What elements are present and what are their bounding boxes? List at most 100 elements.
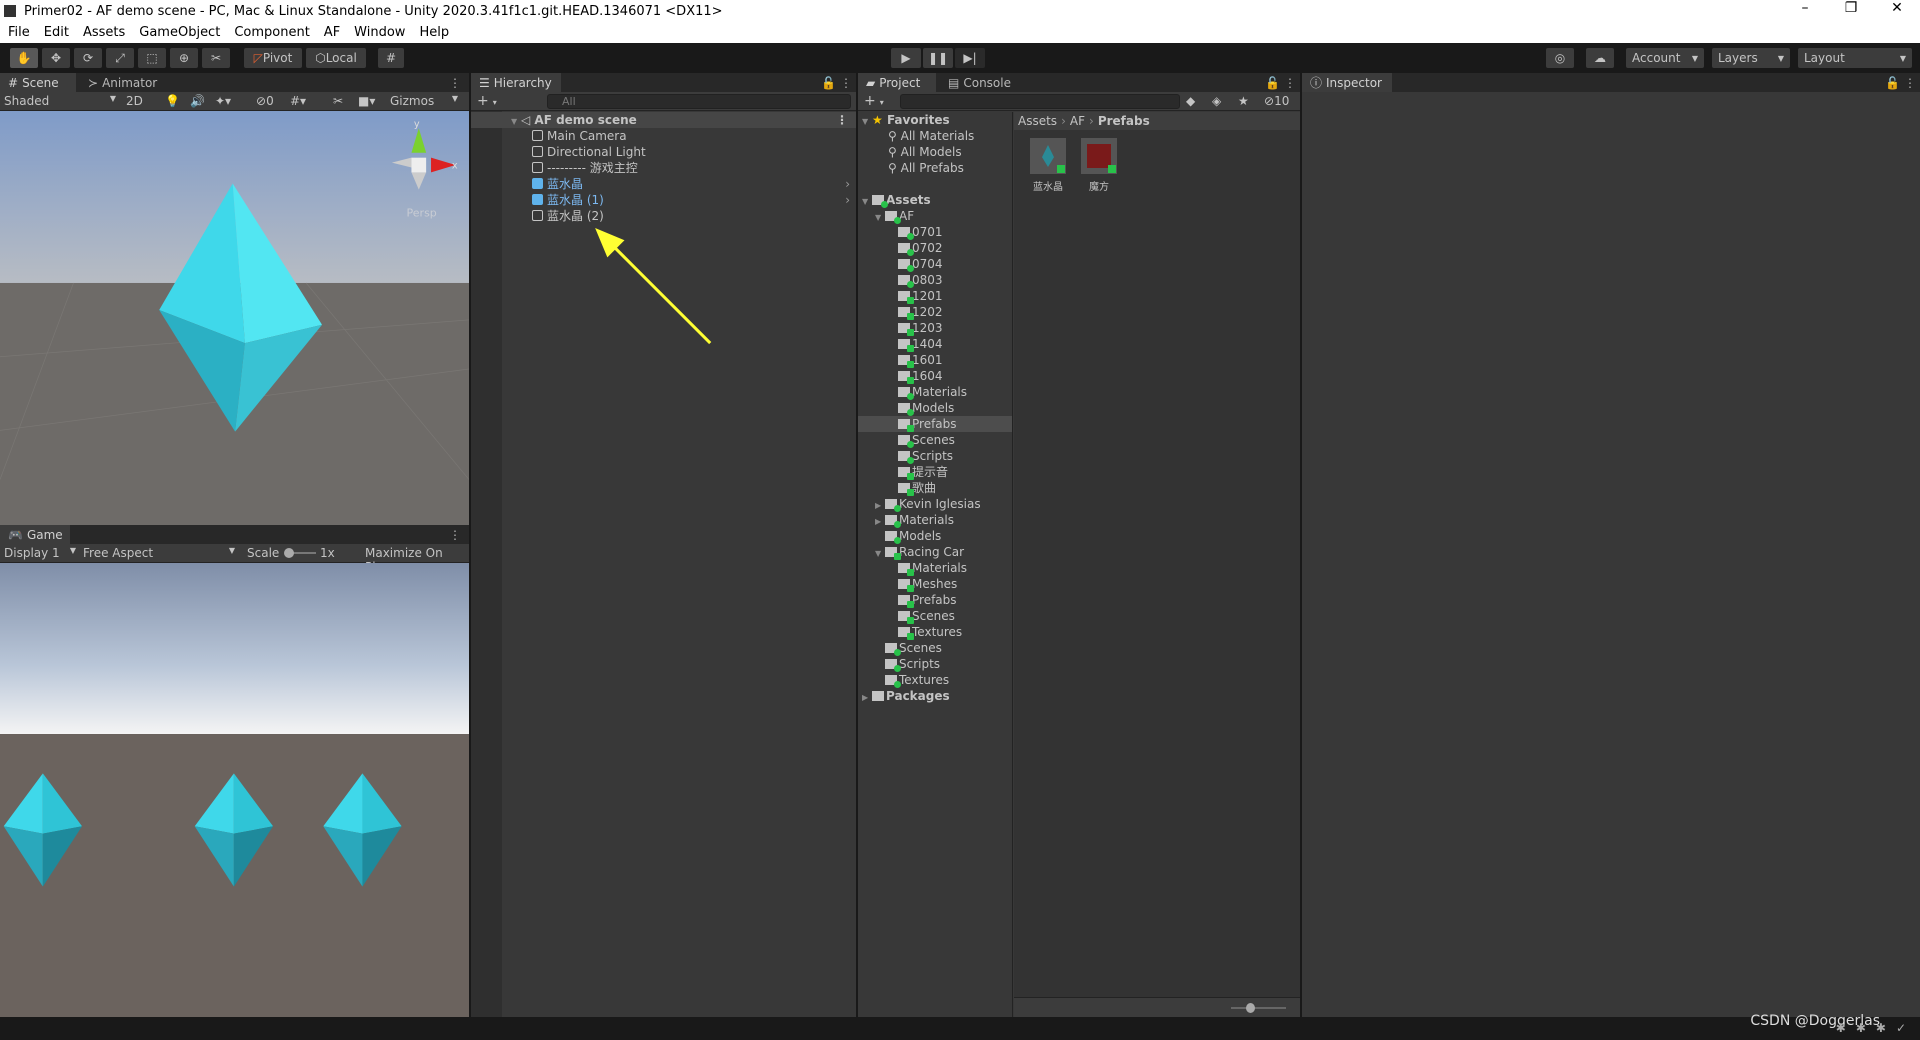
- folder-item[interactable]: 0702: [858, 240, 1012, 256]
- folder-item[interactable]: 歌曲: [858, 480, 1012, 496]
- grid-toggle-icon[interactable]: #▾: [290, 94, 306, 108]
- tab-console[interactable]: ▤ Console: [940, 73, 1019, 92]
- play-button[interactable]: ▶: [891, 48, 921, 68]
- folder-item[interactable]: 0701: [858, 224, 1012, 240]
- scene-view[interactable]: y x Persp: [0, 111, 469, 525]
- gizmos-dropdown[interactable]: Gizmos ▼: [390, 94, 458, 108]
- menu-window[interactable]: Window: [354, 25, 405, 40]
- prefab-expand-chevron-icon[interactable]: ›: [845, 192, 850, 208]
- menu-component[interactable]: Component: [234, 25, 309, 40]
- folder-item[interactable]: ▼ Assets: [858, 192, 1012, 208]
- menu-af[interactable]: AF: [324, 25, 340, 40]
- transform-tool-button[interactable]: ⊕: [170, 48, 198, 68]
- folder-item[interactable]: ▶ Kevin Iglesias: [858, 496, 1012, 512]
- folder-item[interactable]: Scenes: [858, 432, 1012, 448]
- collab-icon[interactable]: ◎: [1546, 48, 1574, 68]
- minimize-button[interactable]: –: [1782, 0, 1828, 16]
- debug-status-icons[interactable]: ✱✱✱✓: [1836, 1021, 1916, 1035]
- folder-item[interactable]: 1601: [858, 352, 1012, 368]
- breadcrumb-af[interactable]: AF: [1070, 114, 1085, 128]
- folder-item[interactable]: ▶ Materials: [858, 512, 1012, 528]
- folder-item[interactable]: Scripts: [858, 656, 1012, 672]
- custom-tool-button[interactable]: ✂: [202, 48, 230, 68]
- menu-file[interactable]: File: [8, 25, 30, 40]
- rotate-tool-button[interactable]: ⟳: [74, 48, 102, 68]
- folder-item[interactable]: ▼ AF: [858, 208, 1012, 224]
- hidden-objects-toggle[interactable]: ⊘0: [256, 94, 274, 108]
- folder-item[interactable]: Materials: [858, 384, 1012, 400]
- create-button[interactable]: + ▾: [864, 93, 884, 109]
- tab-hierarchy[interactable]: ☰ Hierarchy: [471, 73, 561, 92]
- layout-dropdown[interactable]: Layout ▼: [1798, 48, 1912, 68]
- project-search-input[interactable]: [900, 94, 1180, 109]
- panel-menu-button[interactable]: ⋮: [441, 73, 469, 92]
- folder-item[interactable]: 1404: [858, 336, 1012, 352]
- folder-item[interactable]: Textures: [858, 672, 1012, 688]
- hierarchy-item[interactable]: 蓝水晶 ›: [471, 176, 856, 192]
- rect-tool-button[interactable]: ⬚: [138, 48, 166, 68]
- hierarchy-item[interactable]: Main Camera: [471, 128, 856, 144]
- folder-item[interactable]: Prefabs: [858, 416, 1012, 432]
- effects-dropdown-icon[interactable]: ✦▾: [215, 94, 231, 108]
- folder-item[interactable]: 1203: [858, 320, 1012, 336]
- folder-item[interactable]: 0704: [858, 256, 1012, 272]
- local-button[interactable]: ⬡ Local: [306, 48, 366, 68]
- folder-item[interactable]: ▼ Racing Car: [858, 544, 1012, 560]
- tab-project[interactable]: ▰ Project: [858, 73, 936, 92]
- favorites-star-icon[interactable]: ★: [1238, 94, 1249, 108]
- breadcrumb-assets[interactable]: Assets: [1018, 114, 1057, 128]
- folder-item[interactable]: Prefabs: [858, 592, 1012, 608]
- panel-menu-button[interactable]: ⋮: [1280, 73, 1300, 92]
- hierarchy-search-input[interactable]: All: [547, 94, 851, 109]
- menu-help[interactable]: Help: [419, 25, 449, 40]
- search-by-type-icon[interactable]: ◆: [1186, 94, 1195, 108]
- close-button[interactable]: ✕: [1874, 0, 1920, 16]
- asset-item[interactable]: 蓝水晶: [1028, 138, 1068, 193]
- display-dropdown[interactable]: Display 1 ▼: [4, 546, 76, 560]
- favorites-row[interactable]: ▼ ★ Favorites: [858, 112, 1012, 128]
- audio-toggle-icon[interactable]: 🔊: [190, 94, 205, 108]
- scene-menu-button[interactable]: ⋮: [836, 112, 848, 128]
- icon-size-slider[interactable]: [1231, 1003, 1286, 1013]
- tab-inspector[interactable]: ⓘ Inspector: [1302, 73, 1392, 92]
- prefab-expand-chevron-icon[interactable]: ›: [845, 176, 850, 192]
- scale-tool-button[interactable]: ⤢: [106, 48, 134, 68]
- shading-dropdown[interactable]: Shaded ▼: [4, 94, 116, 108]
- pause-button[interactable]: ❚❚: [923, 48, 953, 68]
- search-by-label-icon[interactable]: ◈: [1212, 94, 1221, 108]
- tab-scene[interactable]: # Scene: [0, 73, 76, 92]
- snap-button[interactable]: #: [378, 48, 404, 68]
- folder-item[interactable]: Meshes: [858, 576, 1012, 592]
- scale-slider[interactable]: [284, 548, 316, 558]
- menu-edit[interactable]: Edit: [44, 25, 69, 40]
- 2d-toggle[interactable]: 2D: [126, 94, 143, 108]
- step-button[interactable]: ▶|: [955, 48, 985, 68]
- folder-item[interactable]: Textures: [858, 624, 1012, 640]
- hierarchy-item[interactable]: --------- 游戏主控: [471, 160, 856, 176]
- folder-item[interactable]: 1604: [858, 368, 1012, 384]
- folder-item[interactable]: ▶ Packages: [858, 688, 1012, 704]
- panel-menu-button[interactable]: ⋮: [441, 525, 469, 544]
- game-view[interactable]: [0, 563, 469, 1017]
- folder-item[interactable]: Materials: [858, 560, 1012, 576]
- favorite-item[interactable]: ⚲ All Models: [858, 144, 1012, 160]
- move-tool-button[interactable]: ✥: [42, 48, 70, 68]
- tab-game[interactable]: 🎮 Game: [0, 525, 70, 544]
- menu-assets[interactable]: Assets: [83, 25, 125, 40]
- folder-item[interactable]: 1202: [858, 304, 1012, 320]
- hierarchy-item[interactable]: 蓝水晶 (2): [471, 208, 856, 224]
- folder-item[interactable]: 1201: [858, 288, 1012, 304]
- menu-gameobject[interactable]: GameObject: [139, 25, 220, 40]
- folder-item[interactable]: Scenes: [858, 608, 1012, 624]
- tools-icon[interactable]: ✂: [333, 94, 343, 108]
- folder-item[interactable]: Scenes: [858, 640, 1012, 656]
- cloud-icon[interactable]: ☁: [1586, 48, 1614, 68]
- folder-item[interactable]: Scripts: [858, 448, 1012, 464]
- create-button[interactable]: + ▾: [477, 93, 497, 109]
- restore-button[interactable]: ❐: [1828, 0, 1874, 16]
- expand-arrow-icon[interactable]: ▶: [862, 690, 872, 706]
- hierarchy-item[interactable]: 蓝水晶 (1) ›: [471, 192, 856, 208]
- panel-menu-button[interactable]: ⋮: [1900, 73, 1920, 92]
- hand-tool-button[interactable]: ✋: [10, 48, 38, 68]
- favorite-item[interactable]: ⚲ All Prefabs: [858, 160, 1012, 176]
